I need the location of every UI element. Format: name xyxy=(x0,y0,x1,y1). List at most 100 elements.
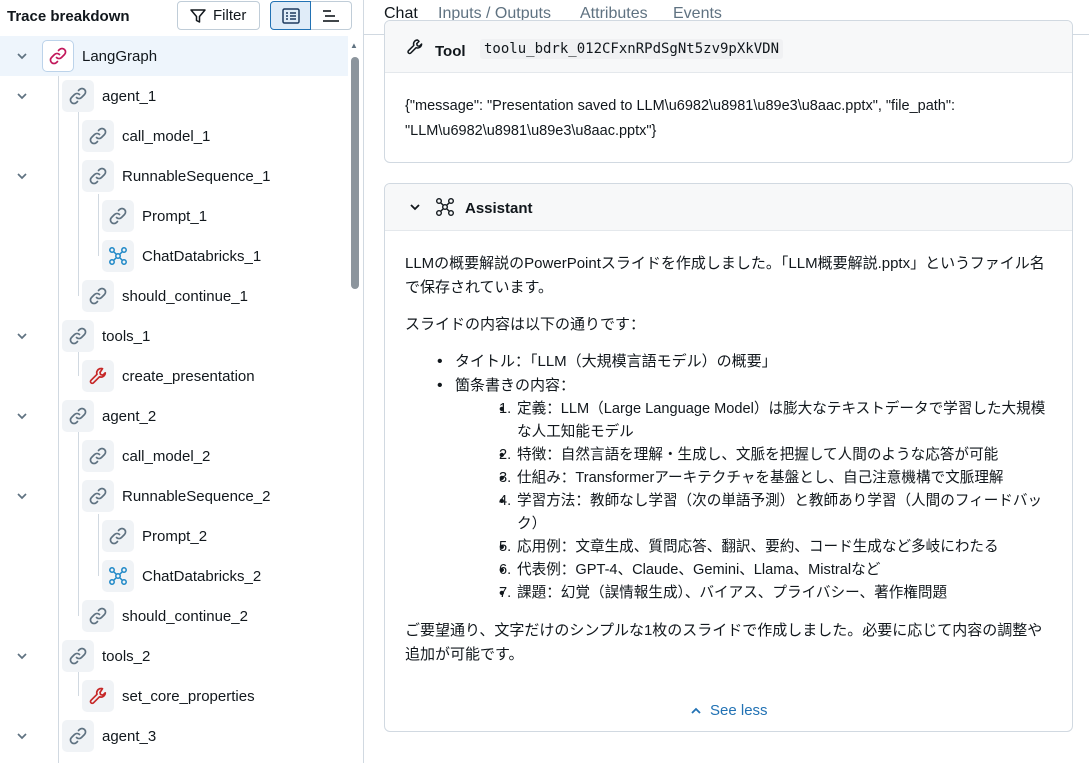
numbered-item: 4. 学習方法：教師なし学習（次の単語予測）と教師あり学習（人間のフィードバック） xyxy=(499,490,1055,536)
timeline-icon xyxy=(323,9,339,22)
numbered-item: 5. 応用例：文章生成、質問応答、翻訳、要約、コード生成など多岐にわたる xyxy=(499,536,1055,559)
tree-node-call-model-1[interactable]: call_model_1 xyxy=(0,116,348,156)
chevron-down-icon[interactable] xyxy=(16,330,28,342)
assistant-message-card: Assistant LLMの概要解説のPowerPointスライドを作成しました… xyxy=(384,183,1073,732)
assistant-role-label: Assistant xyxy=(465,200,533,217)
tree-node-should-continue-2[interactable]: should_continue_2 xyxy=(0,596,348,636)
numbered-list: 1. 定義：LLM（Large Language Model）は膨大なテキストデー… xyxy=(499,398,1055,605)
bullet-item-label: 箇条書きの内容： xyxy=(455,377,576,394)
numbered-item-text: 学習方法：教師なし学習（次の単語予測）と教師あり学習（人間のフィードバック） xyxy=(517,493,1043,532)
tree-node-langgraph[interactable]: LangGraph xyxy=(0,36,348,76)
assistant-closing: ご要望通り、文字だけのシンプルな1枚のスライドで作成しました。必要に応じて内容の… xyxy=(405,622,1043,663)
numbered-item-text: 代表例：GPT-4、Claude、Gemini、Llama、Mistralなど xyxy=(517,562,881,578)
filter-button[interactable]: Filter xyxy=(177,1,260,30)
tree-node-call-model-2[interactable]: call_model_2 xyxy=(0,436,348,476)
tree-node-label: tools_2 xyxy=(102,647,151,665)
model-icon xyxy=(102,240,134,272)
tree-view-button[interactable] xyxy=(270,1,311,30)
link-icon xyxy=(42,40,74,72)
numbered-item: 7. 課題：幻覚（誤情報生成）、バイアス、プライバシー、著作権問題 xyxy=(499,582,1055,605)
see-less-button[interactable]: See less xyxy=(690,702,768,719)
numbered-item-text: 定義：LLM（Large Language Model）は膨大なテキストデータで… xyxy=(517,401,1046,440)
tool-role-label: Tool xyxy=(435,43,466,60)
link-icon xyxy=(62,640,94,672)
tree-node-label: ChatDatabricks_1 xyxy=(142,247,262,265)
model-icon xyxy=(102,560,134,592)
chevron-down-icon[interactable] xyxy=(16,650,28,662)
bullet-item: 箇条書きの内容： 1. 定義：LLM（Large Language Model）は… xyxy=(437,374,1055,605)
see-less-label: See less xyxy=(710,702,768,719)
tree-node-runnablesequence-1[interactable]: RunnableSequence_1 xyxy=(0,156,348,196)
tool-message-header: Tool toolu_bdrk_012CFxnRPdSgNt5zv9pXkVDN xyxy=(385,21,1072,73)
numbered-item: 3. 仕組み：Transformerアーキテクチャを基盤とし、自己注意機構で文脈理… xyxy=(499,467,1055,490)
link-icon xyxy=(62,80,94,112)
assistant-intro: LLMの概要解説のPowerPointスライドを作成しました。「LLM概要解説.… xyxy=(405,255,1045,296)
numbered-item-index: 2. xyxy=(499,447,512,463)
filter-label: Filter xyxy=(213,7,247,24)
link-icon xyxy=(82,160,114,192)
tree-node-label: should_continue_1 xyxy=(122,287,248,305)
view-toggle xyxy=(270,1,352,30)
chevron-down-icon[interactable] xyxy=(16,50,28,62)
chevron-down-icon[interactable] xyxy=(16,410,28,422)
tree-node-label: tools_1 xyxy=(102,327,151,345)
chevron-down-icon[interactable] xyxy=(16,170,28,182)
tool-message-content: {"message": "Presentation saved to LLM\u… xyxy=(405,98,956,139)
numbered-item-text: 特徴：自然言語を理解・生成し、文脈を把握して人間のような応答が可能 xyxy=(517,447,999,463)
tree-node-label: RunnableSequence_2 xyxy=(122,487,271,505)
tree-node-label: create_presentation xyxy=(122,367,255,385)
bullet-item: タイトル：「LLM（大規模言語モデル）の概要」 xyxy=(437,350,1055,374)
tree-node-label: call_model_2 xyxy=(122,447,211,465)
tree-node-prompt-2[interactable]: Prompt_2 xyxy=(0,516,348,556)
tree-node-set-core-properties[interactable]: set_core_properties xyxy=(0,676,348,716)
tree-node-label: ChatDatabricks_2 xyxy=(142,567,262,585)
bullet-list: タイトル：「LLM（大規模言語モデル）の概要」 箇条書きの内容： 1. 定義：LL… xyxy=(437,350,1055,605)
span-tree: LangGraph agent_1 call_model_1 RunnableSequ… xyxy=(0,36,348,763)
chevron-down-icon[interactable] xyxy=(16,90,28,102)
model-icon xyxy=(436,198,454,216)
link-icon xyxy=(82,280,114,312)
link-icon xyxy=(62,720,94,752)
tree-node-label: agent_1 xyxy=(102,87,157,105)
tree-node-tools-1[interactable]: tools_1 xyxy=(0,316,348,356)
tree-node-should-continue-1[interactable]: should_continue_1 xyxy=(0,276,348,316)
tree-node-chatdatabricks-2[interactable]: ChatDatabricks_2 xyxy=(0,556,348,596)
chevron-up-icon xyxy=(691,707,701,714)
tree-node-tools-2[interactable]: tools_2 xyxy=(0,636,348,676)
trace-breakdown-header: Trace breakdown Filter xyxy=(0,0,363,34)
assistant-message-header[interactable]: Assistant xyxy=(385,184,1072,231)
timeline-view-button[interactable] xyxy=(311,1,352,30)
link-icon xyxy=(82,600,114,632)
numbered-item-text: 応用例：文章生成、質問応答、翻訳、要約、コード生成など多岐にわたる xyxy=(517,539,999,555)
span-detail-panel: Chat Inputs / Outputs Attributes Events … xyxy=(364,0,1089,763)
scroll-up-icon[interactable]: ▲ xyxy=(350,41,358,50)
tree-node-prompt-1[interactable]: Prompt_1 xyxy=(0,196,348,236)
link-icon xyxy=(82,480,114,512)
tree-node-chatdatabricks-1[interactable]: ChatDatabricks_1 xyxy=(0,236,348,276)
tree-node-create-presentation[interactable]: create_presentation xyxy=(0,356,348,396)
tree-node-agent-1[interactable]: agent_1 xyxy=(0,76,348,116)
numbered-item: 6. 代表例：GPT-4、Claude、Gemini、Llama、Mistralな… xyxy=(499,559,1055,582)
assistant-contents-heading: スライドの内容は以下の通りです： xyxy=(405,316,646,333)
list-view-icon xyxy=(281,7,300,24)
numbered-item-text: 仕組み：Transformerアーキテクチャを基盤とし、自己注意機構で文脈理解 xyxy=(517,470,1004,486)
chevron-down-icon[interactable] xyxy=(16,730,28,742)
chevron-down-icon[interactable] xyxy=(409,202,421,212)
numbered-item-text: 課題：幻覚（誤情報生成）、バイアス、プライバシー、著作権問題 xyxy=(517,585,948,601)
filter-icon xyxy=(190,8,206,23)
numbered-item: 2. 特徴：自然言語を理解・生成し、文脈を把握して人間のような応答が可能 xyxy=(499,444,1055,467)
tree-node-runnablesequence-2[interactable]: RunnableSequence_2 xyxy=(0,476,348,516)
tree-node-label: agent_3 xyxy=(102,727,157,745)
wrench-icon xyxy=(407,39,423,55)
tree-node-agent-3[interactable]: agent_3 xyxy=(0,716,348,756)
link-icon xyxy=(82,120,114,152)
chevron-down-icon[interactable] xyxy=(16,490,28,502)
tree-node-agent-2[interactable]: agent_2 xyxy=(0,396,348,436)
link-icon xyxy=(82,440,114,472)
link-icon xyxy=(62,400,94,432)
numbered-item-index: 3. xyxy=(499,470,512,486)
tool-message-card: Tool toolu_bdrk_012CFxnRPdSgNt5zv9pXkVDN… xyxy=(384,20,1073,163)
numbered-item: 1. 定義：LLM（Large Language Model）は膨大なテキストデー… xyxy=(499,398,1055,444)
numbered-item-index: 1. xyxy=(499,401,512,417)
scrollbar-thumb[interactable] xyxy=(351,57,359,289)
